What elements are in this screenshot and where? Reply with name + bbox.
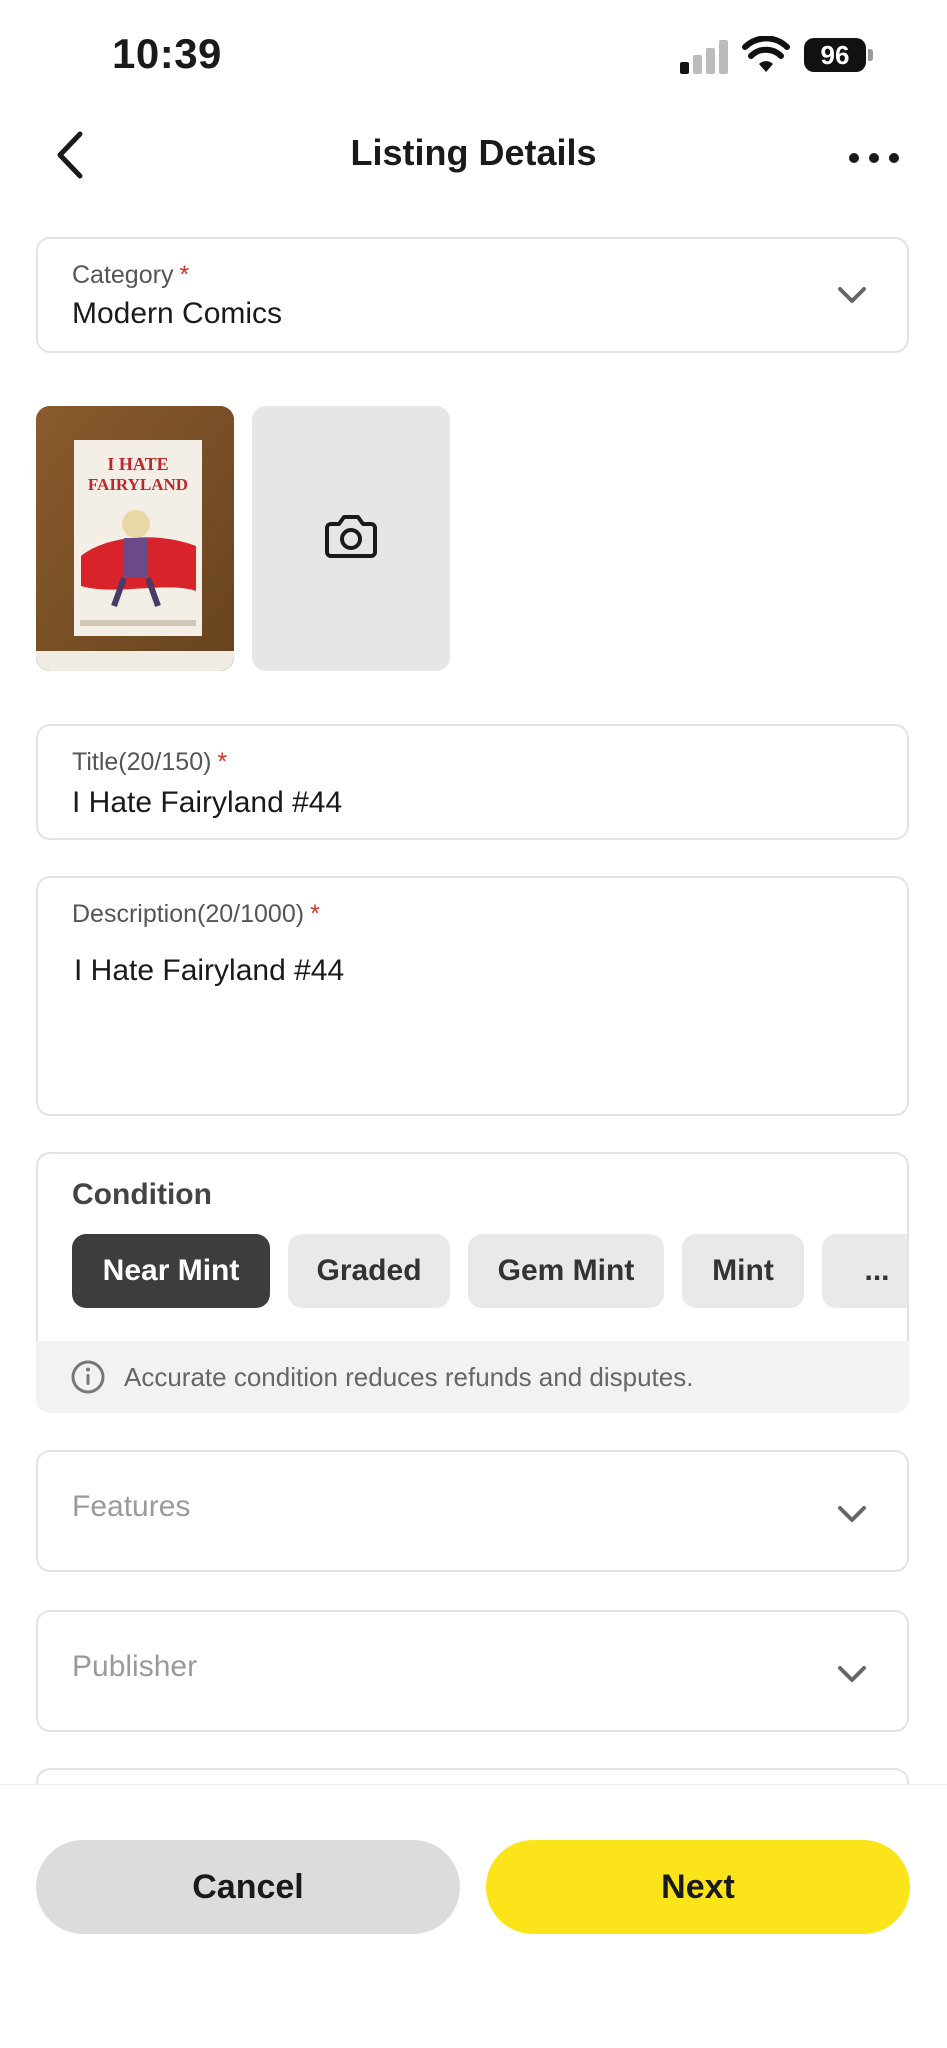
bottom-action-bar: Cancel Next	[0, 1784, 947, 2048]
description-textarea[interactable]: I Hate Fairyland #44	[74, 954, 344, 988]
title-field[interactable]: Title(20/150) * I Hate Fairyland #44	[36, 724, 909, 840]
category-label: Category *	[72, 261, 190, 289]
camera-icon	[325, 515, 377, 558]
signal-icon	[680, 40, 728, 74]
condition-chip-mint[interactable]: Mint	[682, 1234, 804, 1308]
condition-section: Condition Near Mint Graded Gem Mint Mint…	[36, 1152, 909, 1344]
publisher-select[interactable]: Publisher	[36, 1610, 909, 1732]
condition-info-bar: Accurate condition reduces refunds and d…	[36, 1341, 909, 1413]
add-photo-button[interactable]	[252, 406, 450, 671]
condition-title: Condition	[72, 1178, 212, 1211]
status-time: 10:39	[112, 30, 222, 77]
nav-header: Listing Details	[0, 110, 947, 200]
features-select[interactable]: Features	[36, 1450, 909, 1572]
chevron-down-icon	[838, 287, 866, 303]
listing-photo-thumbnail[interactable]: I HATE FAIRYLAND	[36, 406, 234, 671]
features-placeholder: Features	[72, 1490, 191, 1523]
category-value: Modern Comics	[72, 297, 283, 330]
category-select[interactable]: Category * Modern Comics	[36, 237, 909, 353]
battery-icon: 96	[804, 38, 874, 72]
info-icon	[71, 1360, 105, 1394]
condition-chip-more[interactable]: ...	[822, 1234, 907, 1308]
condition-chip-graded[interactable]: Graded	[288, 1234, 450, 1308]
page-title: Listing Details	[350, 132, 597, 173]
svg-text:FAIRYLAND: FAIRYLAND	[88, 475, 188, 494]
condition-chip-gem-mint[interactable]: Gem Mint	[468, 1234, 664, 1308]
svg-text:I HATE: I HATE	[107, 454, 168, 474]
description-label: Description(20/1000) *	[72, 900, 320, 928]
comic-cover-photo: I HATE FAIRYLAND	[36, 406, 234, 671]
title-input[interactable]: I Hate Fairyland #44	[72, 786, 342, 820]
title-label: Title(20/150) *	[72, 748, 228, 776]
battery-level: 96	[804, 38, 866, 72]
next-button[interactable]: Next	[486, 1840, 910, 1934]
publisher-placeholder: Publisher	[72, 1650, 198, 1683]
status-bar: 10:39 96	[0, 0, 947, 110]
condition-chip-near-mint[interactable]: Near Mint	[72, 1234, 270, 1308]
cancel-button[interactable]: Cancel	[36, 1840, 460, 1934]
description-field[interactable]: Description(20/1000) * I Hate Fairyland #…	[36, 876, 909, 1116]
condition-info-text: Accurate condition reduces refunds and d…	[124, 1362, 694, 1392]
chevron-down-icon	[838, 1506, 866, 1522]
wifi-icon	[742, 36, 790, 72]
chevron-down-icon	[838, 1666, 866, 1682]
more-options-icon[interactable]	[846, 138, 902, 178]
